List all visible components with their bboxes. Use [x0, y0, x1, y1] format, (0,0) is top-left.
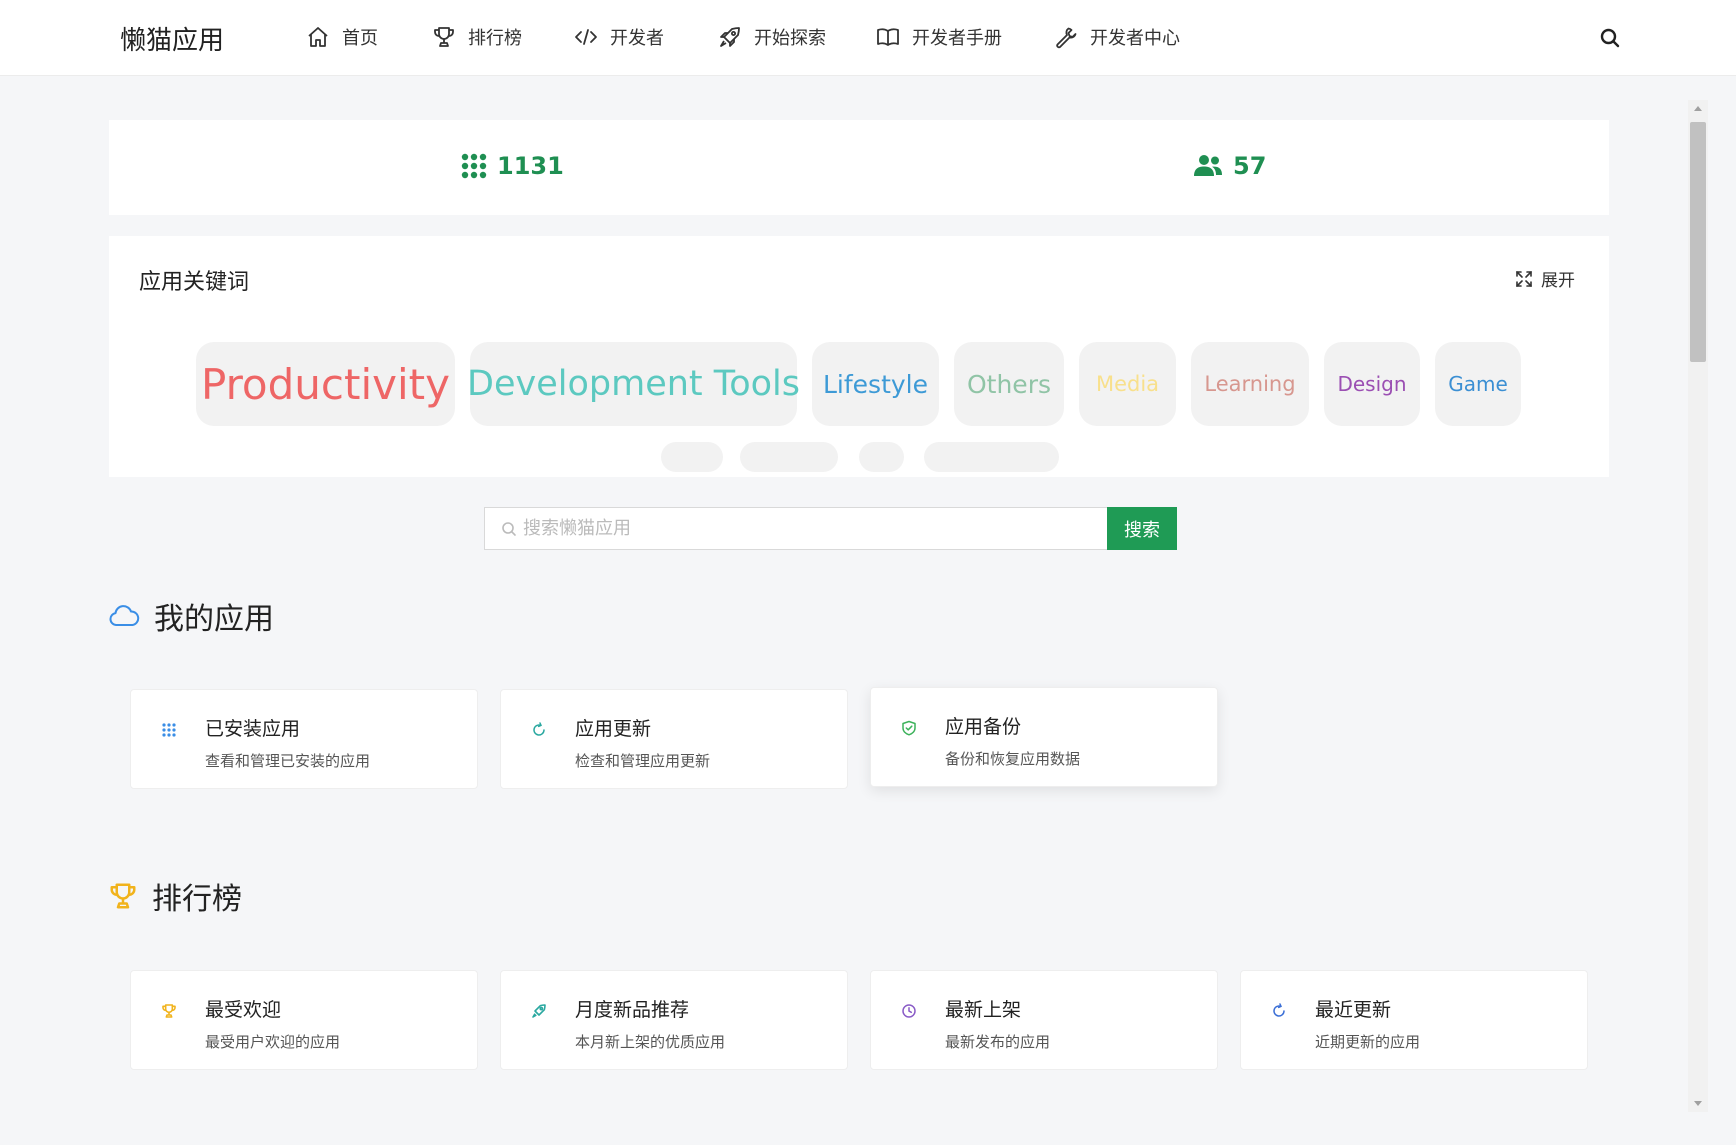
recently-updated-card[interactable]: 最近更新 近期更新的应用	[1240, 970, 1588, 1070]
page-scrollbar[interactable]	[1688, 100, 1708, 1112]
keyword-tag[interactable]: Design	[1324, 342, 1420, 426]
card-title: 已安装应用	[205, 718, 301, 740]
nav-item-dev-manual[interactable]: 开发者手册	[876, 22, 1002, 52]
card-title: 应用备份	[945, 716, 1022, 738]
grid-icon	[162, 723, 176, 737]
nav-item-dev-center[interactable]: 开发者中心	[1054, 22, 1180, 52]
rocket-icon	[720, 27, 740, 47]
nav-item-label: 开始探索	[754, 28, 826, 49]
refresh-icon	[533, 722, 545, 736]
keywords-panel: 应用关键词 展开 Productivity Development Tools …	[109, 236, 1609, 477]
nav-item-label: 开发者	[610, 28, 664, 49]
my-apps-heading: 我的应用	[108, 594, 274, 638]
expand-label: 展开	[1541, 271, 1575, 291]
expand-button[interactable]: 展开	[1515, 266, 1575, 291]
grid-dots-icon	[461, 153, 487, 179]
keyword-tag-partial[interactable]	[661, 442, 723, 472]
nav-item-rankings[interactable]: 排行榜	[432, 22, 522, 52]
keyword-tag[interactable]: Lifestyle	[812, 342, 939, 426]
nav-item-label: 开发者手册	[912, 28, 1002, 49]
keyword-tag-partial[interactable]	[740, 442, 838, 472]
wrench-icon	[1056, 27, 1077, 49]
nav-item-home[interactable]: 首页	[306, 22, 378, 52]
scrollbar-thumb[interactable]	[1690, 122, 1706, 362]
rankings-heading: 排行榜	[108, 874, 242, 918]
apps-count-value: 1131	[497, 152, 564, 180]
card-title: 最新上架	[945, 999, 1022, 1021]
top-navbar: 懒猫应用 首页 排行榜 开发者 开始探索 开发者手册 开发者中心	[0, 0, 1736, 76]
card-description: 最受用户欢迎的应用	[205, 1033, 341, 1051]
card-description: 近期更新的应用	[1315, 1033, 1421, 1051]
card-description: 查看和管理已安装的应用	[205, 752, 371, 770]
card-title: 最近更新	[1315, 999, 1392, 1021]
keyword-tag[interactable]: Productivity	[196, 342, 455, 426]
nav-item-explore[interactable]: 开始探索	[718, 22, 826, 52]
section-title: 排行榜	[152, 882, 242, 917]
keyword-tag-partial[interactable]	[924, 442, 1059, 472]
nav-item-developers[interactable]: 开发者	[574, 22, 664, 52]
monthly-new-card[interactable]: 月度新品推荐 本月新上架的优质应用	[500, 970, 848, 1070]
card-title: 应用更新	[575, 718, 652, 740]
book-icon	[877, 28, 899, 46]
section-title: 我的应用	[154, 602, 274, 637]
rocket-icon	[532, 1004, 546, 1018]
keywords-title: 应用关键词	[139, 270, 250, 295]
card-description: 备份和恢复应用数据	[945, 750, 1081, 768]
most-popular-card[interactable]: 最受欢迎 最受用户欢迎的应用	[130, 970, 478, 1070]
home-icon	[308, 27, 328, 47]
card-title: 最受欢迎	[205, 999, 282, 1021]
search-button[interactable]: 搜索	[1107, 507, 1177, 550]
keyword-tag[interactable]: Media	[1079, 342, 1176, 426]
installed-apps-card[interactable]: 已安装应用 查看和管理已安装的应用	[130, 689, 478, 789]
trophy-icon	[162, 1004, 176, 1018]
nav-item-label: 首页	[342, 28, 378, 49]
keyword-tag[interactable]: Learning	[1191, 342, 1309, 426]
code-icon	[575, 29, 597, 45]
nav-item-label: 排行榜	[468, 28, 522, 49]
app-backup-card[interactable]: 应用备份 备份和恢复应用数据	[870, 687, 1218, 787]
card-title: 月度新品推荐	[575, 999, 690, 1021]
search-icon[interactable]	[1598, 26, 1622, 50]
scroll-up-arrow-icon[interactable]	[1694, 106, 1702, 111]
app-updates-card[interactable]: 应用更新 检查和管理应用更新	[500, 689, 848, 789]
search-input[interactable]	[523, 508, 1093, 549]
shield-check-icon	[902, 720, 916, 736]
clock-icon	[902, 1004, 916, 1018]
developers-count-stat: 57	[1193, 152, 1266, 180]
keyword-tag-partial[interactable]	[859, 442, 904, 472]
card-description: 最新发布的应用	[945, 1033, 1051, 1051]
trophy-icon	[434, 27, 454, 47]
search-box	[484, 507, 1108, 550]
keyword-tag[interactable]: Game	[1435, 342, 1521, 426]
stats-panel: 1131 57	[109, 120, 1609, 215]
keyword-tag[interactable]: Others	[954, 342, 1064, 426]
card-description: 本月新上架的优质应用	[575, 1033, 726, 1051]
newest-card[interactable]: 最新上架 最新发布的应用	[870, 970, 1218, 1070]
developers-count-value: 57	[1233, 152, 1267, 180]
refresh-icon	[1273, 1003, 1285, 1017]
nav-item-label: 开发者中心	[1090, 28, 1180, 49]
search-icon	[502, 522, 516, 536]
cloud-icon	[109, 605, 140, 626]
card-description: 检查和管理应用更新	[575, 752, 711, 770]
expand-icon	[1516, 270, 1532, 287]
users-icon	[1194, 155, 1222, 176]
brand-logo-text[interactable]: 懒猫应用	[120, 20, 224, 57]
apps-count-stat: 1131	[461, 152, 564, 180]
scroll-down-arrow-icon[interactable]	[1694, 1101, 1702, 1106]
trophy-icon	[110, 883, 136, 909]
keyword-tag[interactable]: Development Tools	[467, 342, 800, 426]
